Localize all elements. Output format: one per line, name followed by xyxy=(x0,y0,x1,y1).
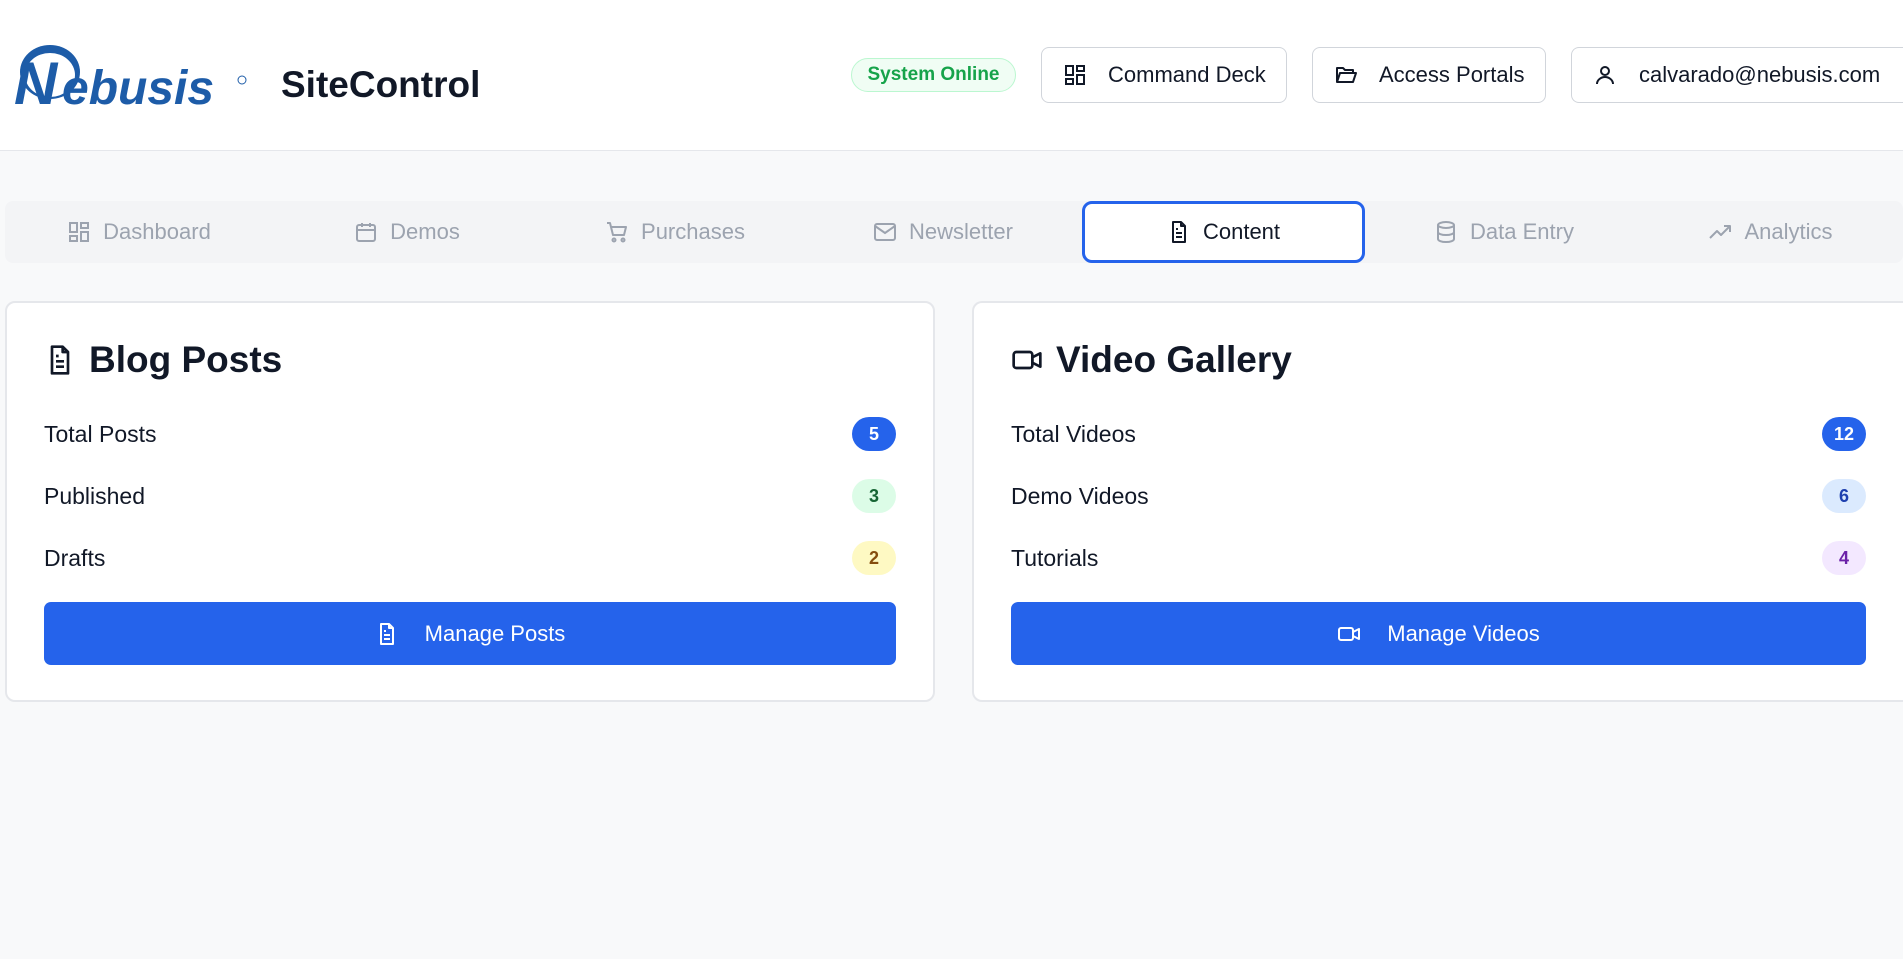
manage-posts-button[interactable]: Manage Posts xyxy=(44,602,896,665)
manage-videos-label: Manage Videos xyxy=(1387,620,1540,646)
blog-posts-card: Blog Posts Total Posts 5 Published 3 Dra… xyxy=(5,301,935,702)
stat-label: Total Videos xyxy=(1011,420,1136,447)
count-badge: 6 xyxy=(1822,479,1866,513)
video-gallery-title: Video Gallery xyxy=(1011,339,1292,381)
app-header: N ebusis SiteControl System Online Comma… xyxy=(0,0,1903,151)
stat-row: Drafts 2 xyxy=(44,538,896,578)
calendar-icon xyxy=(354,220,378,244)
svg-text:N: N xyxy=(14,50,59,112)
blog-posts-title: Blog Posts xyxy=(44,339,282,381)
tab-content[interactable]: Content xyxy=(1082,201,1365,263)
status-badge: System Online xyxy=(851,58,1016,92)
tab-label: Demos xyxy=(390,219,460,244)
tab-label: Newsletter xyxy=(909,219,1013,244)
document-icon xyxy=(1167,220,1191,244)
tab-analytics[interactable]: Analytics xyxy=(1638,201,1903,263)
tab-purchases[interactable]: Purchases xyxy=(541,201,809,263)
tab-data-entry[interactable]: Data Entry xyxy=(1370,201,1638,263)
stat-row: Total Posts 5 xyxy=(44,414,896,454)
stat-label: Drafts xyxy=(44,544,106,571)
stat-label: Total Posts xyxy=(44,420,157,447)
count-badge: 5 xyxy=(852,417,896,451)
user-menu-button[interactable]: calvarado@nebusis.com xyxy=(1571,47,1903,103)
mail-icon xyxy=(873,220,897,244)
trending-up-icon xyxy=(1708,220,1732,244)
tab-label: Content xyxy=(1202,219,1281,244)
user-icon xyxy=(1593,63,1617,87)
cart-icon xyxy=(605,220,629,244)
video-gallery-card: Video Gallery Total Videos 12 Demo Video… xyxy=(972,301,1903,702)
app-title: SiteControl xyxy=(281,64,481,105)
count-badge: 12 xyxy=(1821,417,1866,451)
stat-label: Demo Videos xyxy=(1011,482,1149,509)
video-camera-icon xyxy=(1011,344,1043,376)
stat-row: Published 3 xyxy=(44,476,896,516)
tab-label: Purchases xyxy=(641,219,745,244)
manage-videos-button[interactable]: Manage Videos xyxy=(1011,602,1866,665)
stat-row: Total Videos 12 xyxy=(1011,414,1866,454)
count-badge: 3 xyxy=(852,479,896,513)
folder-open-icon xyxy=(1334,63,1358,87)
nebusis-logo[interactable]: N ebusis xyxy=(12,42,248,112)
tab-label: Dashboard xyxy=(103,219,211,244)
stat-label: Tutorials xyxy=(1011,544,1099,571)
access-portals-label: Access Portals xyxy=(1379,62,1525,87)
manage-posts-label: Manage Posts xyxy=(424,620,566,646)
tab-label: Data Entry xyxy=(1470,219,1574,244)
card-title-text: Blog Posts xyxy=(89,339,283,380)
tab-demos[interactable]: Demos xyxy=(273,201,541,263)
grid-icon xyxy=(1063,63,1087,87)
document-icon xyxy=(44,344,76,376)
stat-label: Published xyxy=(44,482,146,509)
tab-label: Analytics xyxy=(1744,219,1833,244)
command-deck-label: Command Deck xyxy=(1108,62,1266,87)
stat-row: Demo Videos 6 xyxy=(1011,476,1866,516)
document-icon xyxy=(375,622,399,646)
dashboard-icon xyxy=(67,220,91,244)
database-icon xyxy=(1434,220,1458,244)
video-camera-icon xyxy=(1337,622,1361,646)
access-portals-button[interactable]: Access Portals xyxy=(1312,47,1546,103)
tab-dashboard[interactable]: Dashboard xyxy=(5,201,273,263)
count-badge: 2 xyxy=(852,541,896,575)
card-title-text: Video Gallery xyxy=(1056,339,1292,380)
main-tabs: Dashboard Demos Purchases Newsletter Con… xyxy=(5,201,1903,263)
stat-row: Tutorials 4 xyxy=(1011,538,1866,578)
user-email: calvarado@nebusis.com xyxy=(1639,62,1881,87)
svg-text:ebusis: ebusis xyxy=(62,62,214,112)
count-badge: 4 xyxy=(1822,541,1866,575)
tab-newsletter[interactable]: Newsletter xyxy=(809,201,1077,263)
command-deck-button[interactable]: Command Deck xyxy=(1041,47,1287,103)
